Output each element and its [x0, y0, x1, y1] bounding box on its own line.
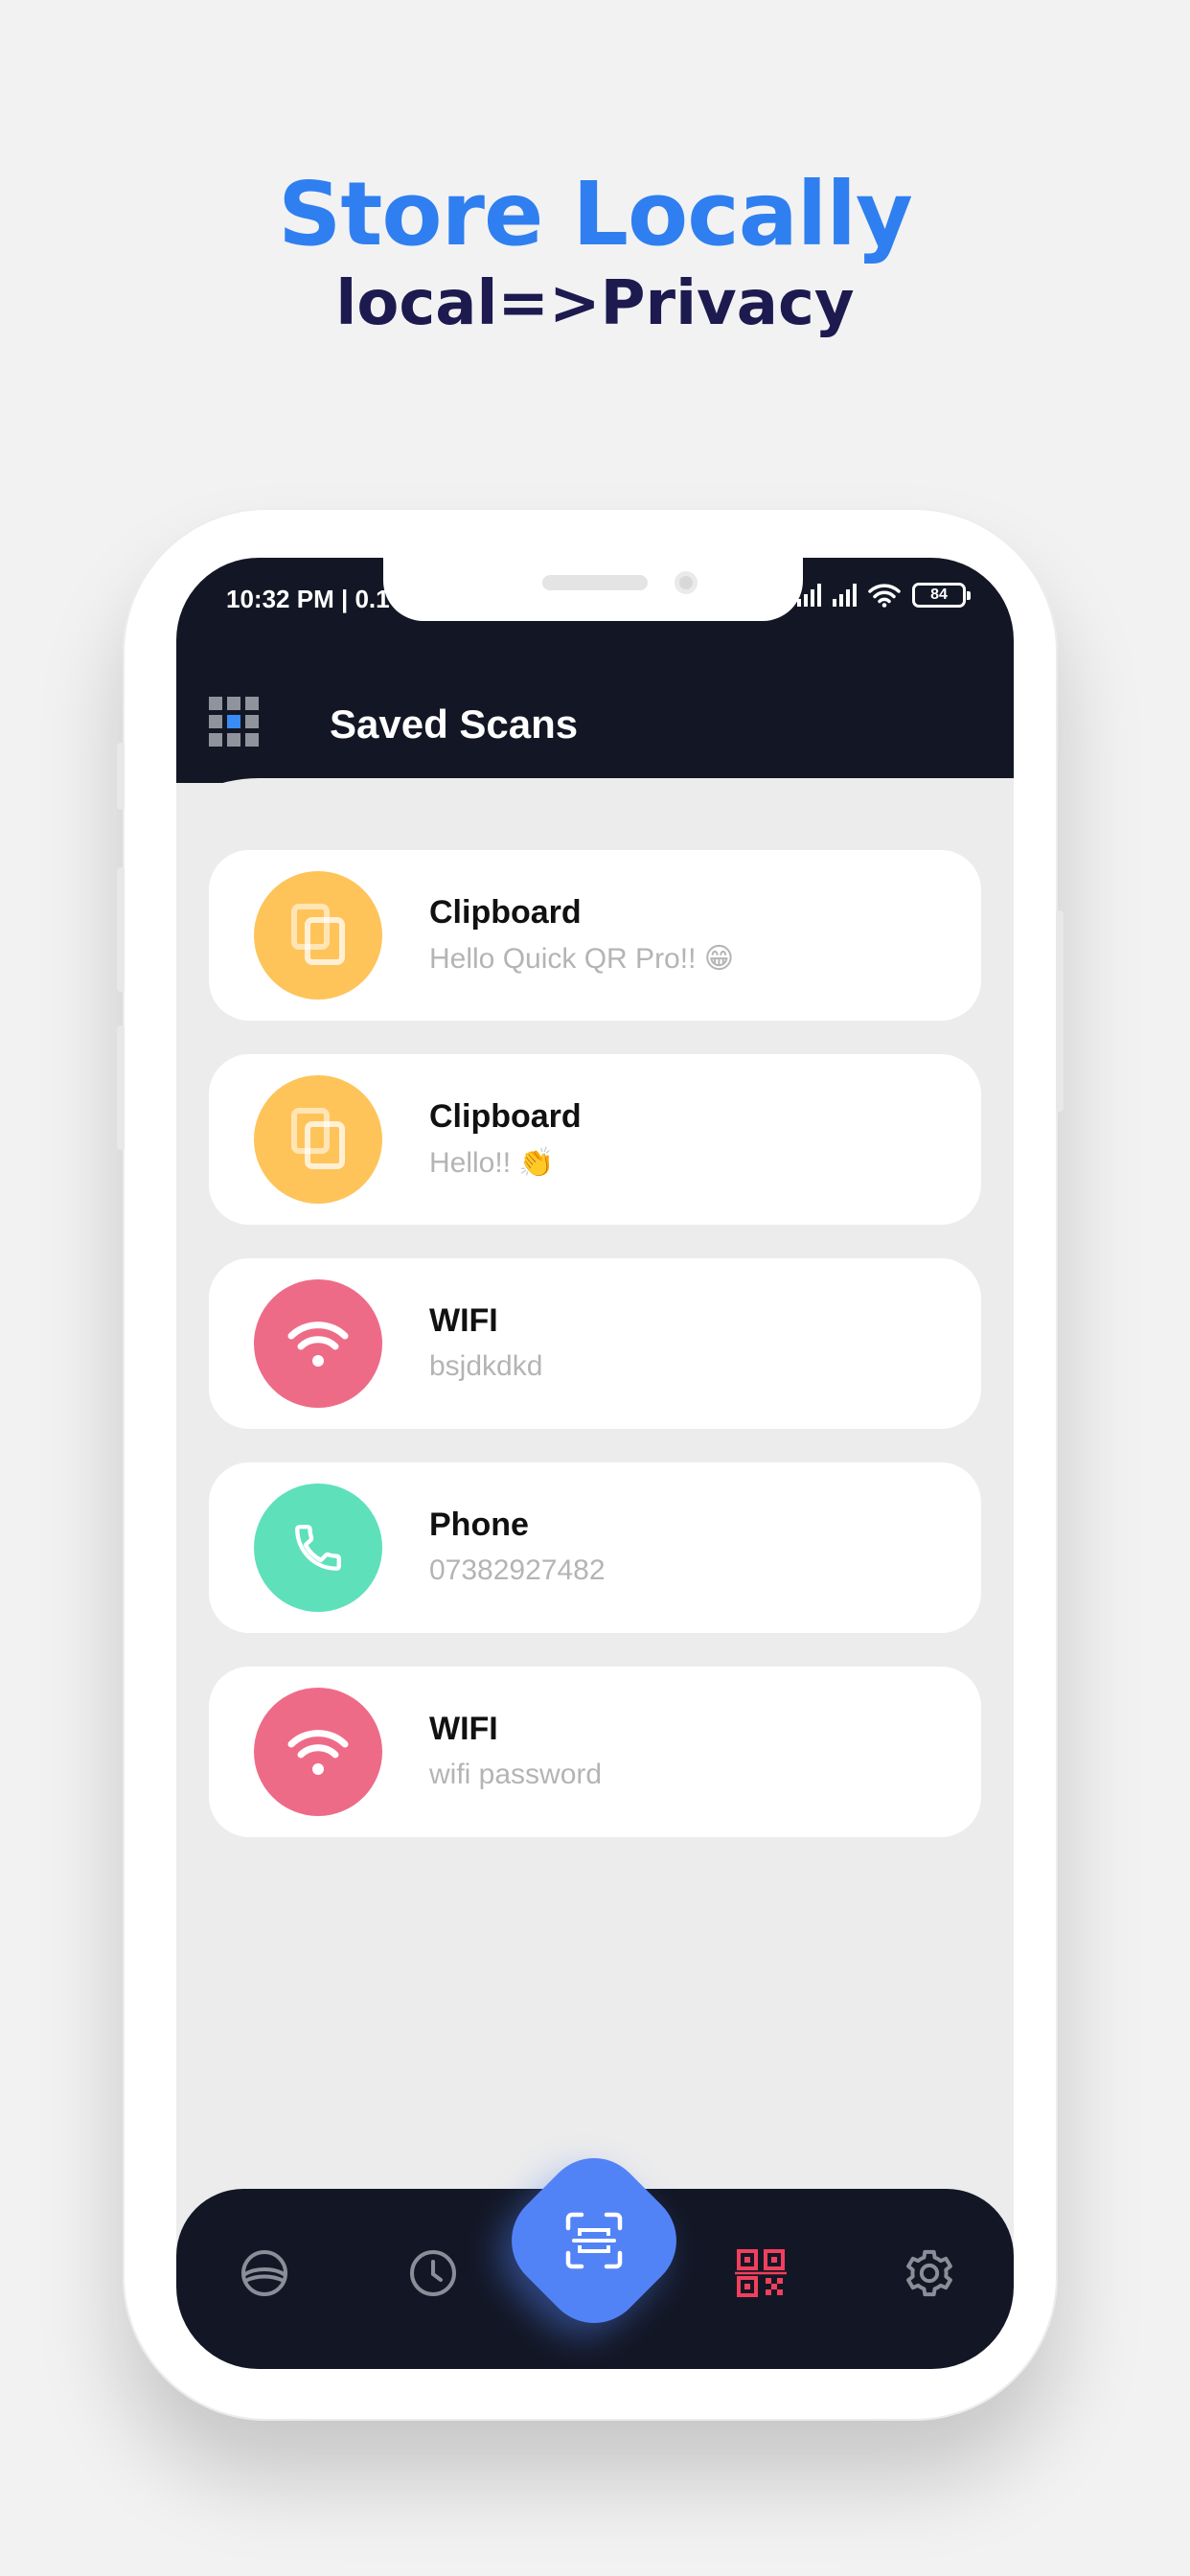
status-indicators: 84 [797, 583, 971, 608]
app-header: 10:32 PM | 0.1 84 Saved Scans [176, 558, 1014, 783]
history-icon[interactable] [404, 2244, 462, 2302]
saved-scans-list: Clipboard Hello Quick QR Pro!! 😁 Clipboa… [209, 850, 981, 1871]
explore-icon[interactable] [176, 2244, 234, 2302]
scan-content: 07382927482 [429, 1554, 606, 1586]
phone-frame: 10:32 PM | 0.1 84 Saved Scans Clipboard … [117, 508, 1064, 2421]
front-camera [675, 571, 698, 594]
scan-item[interactable]: WIFI bsjdkdkd [209, 1258, 981, 1429]
scan-content: wifi password [429, 1759, 603, 1790]
copy-icon [254, 871, 382, 1000]
scan-item[interactable]: Clipboard Hello Quick QR Pro!! 😁 [209, 850, 981, 1021]
status-time: 10:32 PM | 0.1 [226, 585, 390, 613]
scan-content: Hello!! 👏 [429, 1147, 555, 1179]
scan-icon [546, 2193, 642, 2288]
scan-content: Hello Quick QR Pro!! 😁 [429, 943, 735, 975]
phone-icon [254, 1484, 382, 1612]
wifi-status-icon [868, 584, 901, 608]
settings-icon[interactable] [901, 2244, 958, 2302]
battery-icon: 84 [912, 583, 971, 608]
scan-item[interactable]: Phone 07382927482 [209, 1462, 981, 1633]
scan-title: WIFI [429, 1711, 498, 1747]
headline-title: Store Locally [278, 163, 913, 265]
qr-code-icon[interactable] [732, 2244, 790, 2302]
speaker [542, 575, 648, 590]
volume-down-button [117, 1025, 125, 1150]
scan-title: Clipboard [429, 894, 582, 931]
header-curve [176, 778, 1014, 855]
scan-title: WIFI [429, 1302, 498, 1339]
power-button [1056, 910, 1064, 1112]
page-title: Saved Scans [330, 702, 579, 747]
signal-icon [833, 584, 857, 607]
scan-content: bsjdkdkd [429, 1350, 543, 1382]
scan-item[interactable]: WIFI wifi password [209, 1667, 981, 1837]
grid-menu-icon[interactable] [209, 697, 259, 747]
explore-icon[interactable] [236, 2244, 293, 2302]
notch [383, 558, 803, 621]
app-screen: 10:32 PM | 0.1 84 Saved Scans Clipboard … [176, 558, 1014, 2369]
wifi-icon [254, 1279, 382, 1408]
volume-up-button [117, 867, 125, 992]
silent-switch [117, 743, 125, 810]
copy-icon [254, 1075, 382, 1204]
headline-subtitle: local=>Privacy [335, 268, 855, 339]
scan-item[interactable]: Clipboard Hello!! 👏 [209, 1054, 981, 1225]
scan-title: Clipboard [429, 1098, 582, 1135]
scan-title: Phone [429, 1506, 529, 1543]
wifi-icon [254, 1688, 382, 1816]
